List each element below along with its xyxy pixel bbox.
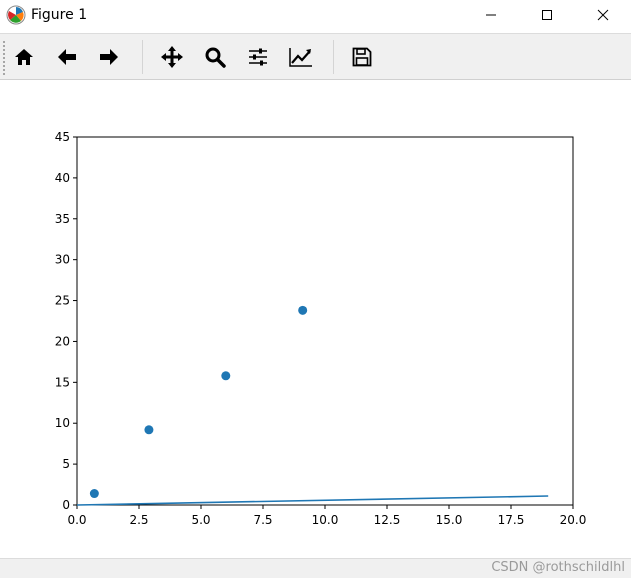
home-button[interactable] xyxy=(9,42,39,72)
maximize-icon xyxy=(542,10,552,20)
floppy-disk-icon xyxy=(352,47,372,67)
y-tick-label: 45 xyxy=(55,130,70,144)
chart: 0.0 2.5 5.0 7.5 10.0 12.5 15.0 17.5 20.0 0 5 10 15 20… xyxy=(55,130,587,527)
status-bar: CSDN @rothschildlhl xyxy=(0,558,631,578)
configure-subplots-button[interactable] xyxy=(243,42,273,72)
minimize-icon xyxy=(486,14,496,16)
y-tick-label: 15 xyxy=(55,375,70,389)
scatter-point xyxy=(221,371,231,381)
close-icon xyxy=(597,9,609,21)
y-tick-label: 5 xyxy=(62,457,70,471)
y-tick-label: 25 xyxy=(55,294,70,308)
y-tick-label: 30 xyxy=(55,253,70,267)
navigation-toolbar xyxy=(0,33,631,80)
scatter-point xyxy=(298,305,308,315)
y-tick-label: 10 xyxy=(55,416,70,430)
pan-button[interactable] xyxy=(157,42,187,72)
scatter-point xyxy=(144,425,154,435)
forward-button[interactable] xyxy=(94,42,124,72)
toolbar-separator xyxy=(333,40,334,74)
y-tick-label: 35 xyxy=(55,212,70,226)
move-icon xyxy=(161,46,183,68)
matplotlib-logo-icon xyxy=(6,5,26,25)
y-tick-label: 0 xyxy=(62,498,70,512)
watermark-text: CSDN @rothschildlhl xyxy=(491,560,625,575)
x-tick-label: 10.0 xyxy=(312,513,339,527)
sliders-icon xyxy=(249,48,267,66)
x-tick-label: 7.5 xyxy=(253,513,272,527)
x-tick-label: 0.0 xyxy=(67,513,86,527)
y-tick-label: 40 xyxy=(55,171,70,185)
arrow-right-icon xyxy=(100,49,118,65)
save-button[interactable] xyxy=(347,42,377,72)
x-tick-label: 17.5 xyxy=(498,513,525,527)
toolbar-grip[interactable] xyxy=(3,40,5,76)
zoom-button[interactable] xyxy=(200,42,230,72)
x-tick-label: 20.0 xyxy=(560,513,587,527)
plot-area xyxy=(76,136,574,506)
toolbar-separator xyxy=(142,40,143,74)
edit-axis-button[interactable] xyxy=(286,42,316,72)
x-tick-label: 2.5 xyxy=(129,513,148,527)
maximize-button[interactable] xyxy=(524,0,570,30)
scatter-point xyxy=(89,489,99,499)
y-tick-label: 20 xyxy=(55,334,70,348)
magnifier-icon xyxy=(205,47,226,68)
close-button[interactable] xyxy=(580,0,626,30)
minimize-button[interactable] xyxy=(468,0,514,30)
x-tick-label: 15.0 xyxy=(436,513,463,527)
x-tick-label: 12.5 xyxy=(374,513,401,527)
home-icon xyxy=(15,49,33,65)
title-bar: Figure 1 xyxy=(0,0,631,32)
arrow-left-icon xyxy=(58,49,76,65)
back-button[interactable] xyxy=(52,42,82,72)
window-title: Figure 1 xyxy=(31,7,88,23)
line-chart-icon xyxy=(289,48,312,67)
figure-canvas[interactable]: 0.0 2.5 5.0 7.5 10.0 12.5 15.0 17.5 20.0 0 5 10 15 20… xyxy=(0,80,631,558)
x-tick-label: 5.0 xyxy=(191,513,210,527)
